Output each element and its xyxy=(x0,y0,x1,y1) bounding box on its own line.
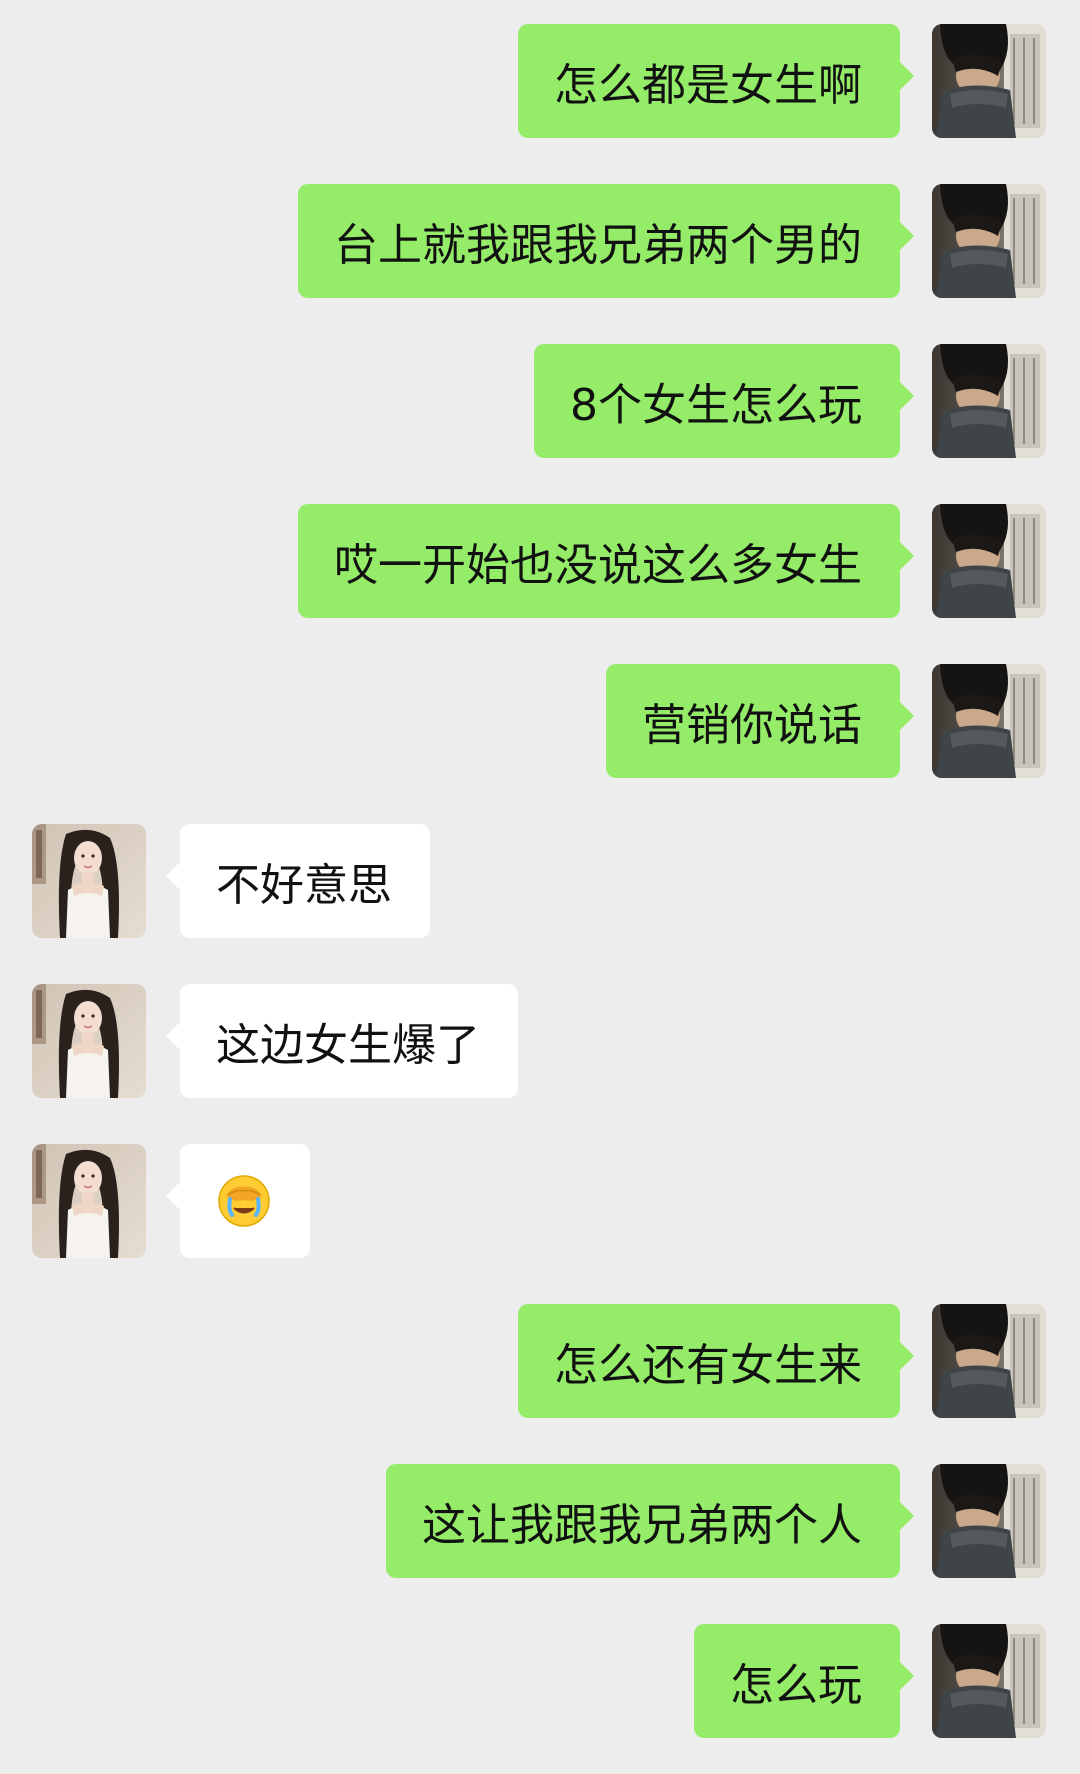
message-row-sent: 怎么都是女生啊 xyxy=(0,24,1080,138)
message-text: 8个女生怎么玩 xyxy=(570,380,862,431)
message-row-sent: 哎一开始也没说这么多女生 xyxy=(0,504,1080,618)
self-avatar[interactable] xyxy=(932,24,1046,138)
message-text: 怎么玩 xyxy=(730,1660,862,1711)
self-avatar[interactable] xyxy=(932,184,1046,298)
bubble-tail xyxy=(900,222,914,250)
bubble-tail xyxy=(900,542,914,570)
bubble-tail xyxy=(900,1342,914,1370)
self-avatar[interactable] xyxy=(932,1464,1046,1578)
bubble-tail xyxy=(900,702,914,730)
bubble-tail xyxy=(166,1022,180,1050)
message-bubble-received[interactable] xyxy=(166,1144,310,1258)
bubble-tail xyxy=(900,62,914,90)
message-text: 怎么还有女生来 xyxy=(554,1340,862,1391)
self-avatar[interactable] xyxy=(932,344,1046,458)
self-avatar[interactable] xyxy=(932,1304,1046,1418)
message-text: 这边女生爆了 xyxy=(216,1020,480,1071)
message-row-sent: 怎么还有女生来 xyxy=(0,1304,1080,1418)
self-avatar[interactable] xyxy=(932,664,1046,778)
chat-message-list: 怎么都是女生啊 台上就我跟我兄弟两个男的 8个女生怎么玩 哎一开始也没说这么多女… xyxy=(0,0,1080,1774)
self-avatar[interactable] xyxy=(932,1624,1046,1738)
message-bubble-sent[interactable]: 营销你说话 xyxy=(606,664,914,778)
message-bubble-sent[interactable]: 这让我跟我兄弟两个人 xyxy=(386,1464,914,1578)
contact-avatar[interactable] xyxy=(32,824,146,938)
message-bubble-sent[interactable]: 怎么还有女生来 xyxy=(518,1304,914,1418)
message-bubble-sent[interactable]: 怎么都是女生啊 xyxy=(518,24,914,138)
message-text: 台上就我跟我兄弟两个男的 xyxy=(334,220,862,271)
message-row-sent: 8个女生怎么玩 xyxy=(0,344,1080,458)
contact-avatar[interactable] xyxy=(32,1144,146,1258)
message-bubble-sent[interactable]: 怎么玩 xyxy=(694,1624,914,1738)
bubble-tail xyxy=(166,1182,180,1210)
bubble-tail xyxy=(166,862,180,890)
message-row-sent: 怎么玩 xyxy=(0,1624,1080,1738)
self-avatar[interactable] xyxy=(932,504,1046,618)
message-bubble-sent[interactable]: 台上就我跟我兄弟两个男的 xyxy=(298,184,914,298)
message-bubble-received[interactable]: 这边女生爆了 xyxy=(166,984,518,1098)
message-row-sent: 这让我跟我兄弟两个人 xyxy=(0,1464,1080,1578)
message-row-received: 不好意思 xyxy=(0,824,1080,938)
message-bubble-sent[interactable]: 8个女生怎么玩 xyxy=(534,344,914,458)
message-row-received: 这边女生爆了 xyxy=(0,984,1080,1098)
message-row-sent: 台上就我跟我兄弟两个男的 xyxy=(0,184,1080,298)
contact-avatar[interactable] xyxy=(32,984,146,1098)
message-bubble-sent[interactable]: 哎一开始也没说这么多女生 xyxy=(298,504,914,618)
facepalm-crying-emoji-icon xyxy=(218,1175,270,1227)
message-bubble-received[interactable]: 不好意思 xyxy=(166,824,430,938)
message-row-sent: 营销你说话 xyxy=(0,664,1080,778)
message-text: 营销你说话 xyxy=(642,700,862,751)
message-text: 怎么都是女生啊 xyxy=(554,60,862,111)
message-text: 哎一开始也没说这么多女生 xyxy=(334,540,862,591)
message-row-received xyxy=(0,1144,1080,1258)
bubble-tail xyxy=(900,1502,914,1530)
bubble-tail xyxy=(900,382,914,410)
message-text: 不好意思 xyxy=(216,860,392,911)
message-text: 这让我跟我兄弟两个人 xyxy=(422,1500,862,1551)
bubble-tail xyxy=(900,1662,914,1690)
